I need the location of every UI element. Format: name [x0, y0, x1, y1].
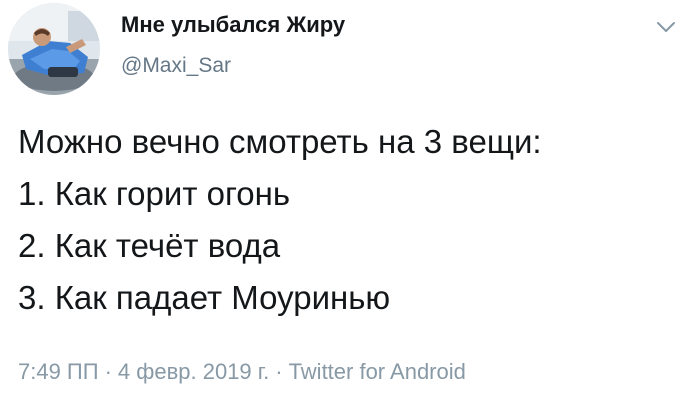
tweet-line: 3. Как падает Моуринью: [18, 279, 391, 316]
chevron-down-icon: [657, 22, 675, 32]
tweet-metadata: 7:49 ПП · 4 февр. 2019 г. · Twitter for Andr…: [18, 357, 466, 387]
tweet-menu-button[interactable]: [653, 14, 679, 40]
user-handle[interactable]: @Maxi_Sar: [121, 52, 345, 80]
tweet-time[interactable]: 7:49 ПП: [18, 359, 99, 384]
tweet-source-link[interactable]: Twitter for Android: [289, 359, 466, 384]
tweet-date[interactable]: 4 февр. 2019 г.: [118, 359, 269, 384]
tweet-line: Можно вечно смотреть на 3 вещи:: [18, 123, 542, 160]
meta-separator: ·: [275, 359, 283, 384]
meta-separator: ·: [104, 359, 112, 384]
tweet-line: 1. Как горит огонь: [18, 175, 291, 212]
author-info[interactable]: Мне улыбался Жиру @Maxi_Sar: [121, 10, 345, 80]
avatar[interactable]: [8, 3, 100, 95]
tweet-text: Можно вечно смотреть на 3 вещи: 1. Как г…: [18, 116, 690, 324]
tweet-line: 2. Как течёт вода: [18, 227, 281, 264]
user-avatar-icon: [8, 3, 100, 95]
tweet-card: Мне улыбался Жиру @Maxi_Sar Можно вечно …: [0, 0, 700, 409]
display-name[interactable]: Мне улыбался Жиру: [121, 10, 345, 40]
